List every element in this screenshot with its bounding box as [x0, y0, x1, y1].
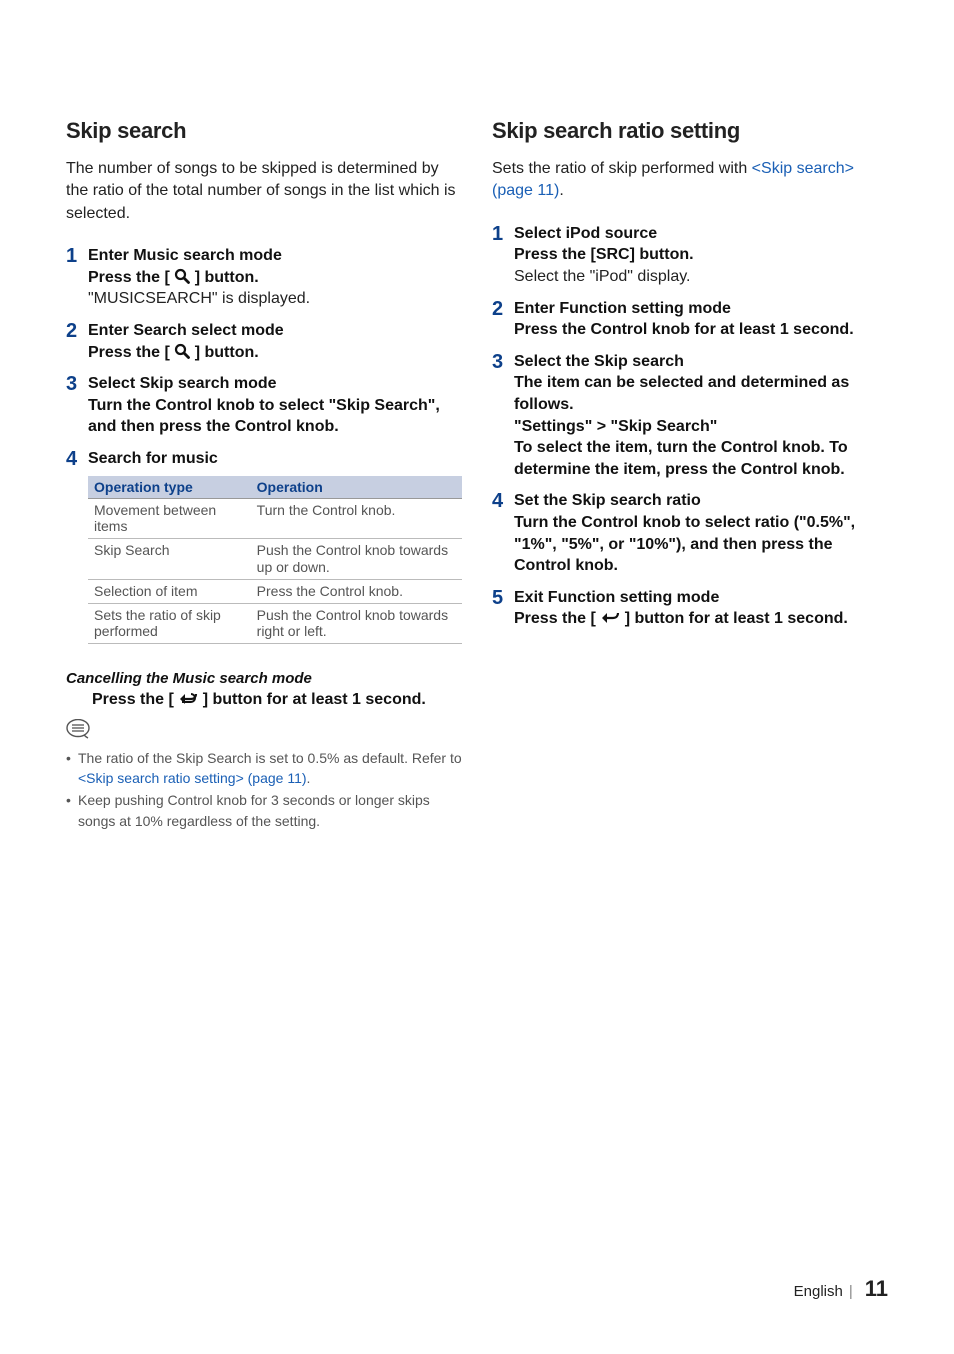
step-number: 3	[492, 351, 510, 481]
step-bold-prefix: Press the [	[88, 344, 174, 361]
step-title: Enter Search select mode	[88, 320, 462, 342]
step-number: 1	[66, 245, 84, 310]
table-row: Sets the ratio of skip performed Push th…	[88, 603, 462, 644]
step-instruction: Press the [ ] button.	[88, 267, 462, 289]
footer-lang: English	[794, 1283, 843, 1300]
step-4: 4 Search for music Operation type Operat…	[66, 448, 462, 660]
step-number: 4	[66, 448, 84, 660]
step-normal: Select the "iPod" display.	[514, 266, 888, 288]
step-number: 3	[66, 373, 84, 438]
step-title: Exit Function setting mode	[514, 587, 888, 609]
table-cell: Press the Control knob.	[251, 579, 462, 603]
rstep-1: 1 Select iPod source Press the [SRC] but…	[492, 223, 888, 288]
cancel-suffix: ] button for at least 1 second.	[198, 691, 426, 708]
note-pre: The ratio of the Skip Search is set to 0…	[78, 750, 462, 766]
step-body: Enter Music search mode Press the [ ] bu…	[84, 245, 462, 310]
step-title: Select Skip search mode	[88, 373, 462, 395]
operation-table: Operation type Operation Movement betwee…	[88, 476, 462, 645]
step-body: Select the Skip search The item can be s…	[510, 351, 888, 481]
table-row: Movement between items Turn the Control …	[88, 498, 462, 539]
step-number: 2	[66, 320, 84, 363]
step-body: Select iPod source Press the [SRC] butto…	[510, 223, 888, 288]
note-post: .	[307, 770, 311, 786]
page-content: Skip search The number of songs to be sk…	[0, 0, 954, 833]
step-title: Enter Music search mode	[88, 245, 462, 267]
table-cell: Movement between items	[88, 498, 251, 539]
left-heading: Skip search	[66, 118, 462, 144]
cancel-body: Press the [ ] button for at least 1 seco…	[66, 689, 462, 711]
step-bold-prefix: Press the [	[514, 610, 600, 627]
page-number: 11	[865, 1276, 888, 1301]
note-pre: Keep pushing Control knob for 3 seconds …	[78, 792, 430, 828]
table-cell: Skip Search	[88, 539, 251, 580]
step-body: Enter Search select mode Press the [ ] b…	[84, 320, 462, 363]
step-instruction: Press the [ ] button for at least 1 seco…	[514, 608, 888, 630]
step-body: Enter Function setting mode Press the Co…	[510, 298, 888, 341]
search-icon	[174, 343, 190, 359]
page-footer: English | 11	[794, 1276, 888, 1302]
step-1: 1 Enter Music search mode Press the [ ] …	[66, 245, 462, 310]
step-instruction: Press the [SRC] button.	[514, 244, 888, 266]
list-item: The ratio of the Skip Search is set to 0…	[66, 748, 462, 789]
note-link: <Skip search ratio setting> (page 11)	[78, 770, 307, 786]
cancel-title: Cancelling the Music search mode	[66, 670, 462, 687]
step-instruction: To select the item, turn the Control kno…	[514, 437, 888, 480]
step-title: Enter Function setting mode	[514, 298, 888, 320]
step-bold-suffix: ] button.	[190, 269, 258, 286]
table-row: Selection of item Press the Control knob…	[88, 579, 462, 603]
step-body: Select Skip search mode Turn the Control…	[84, 373, 462, 438]
step-number: 5	[492, 587, 510, 630]
list-item: Keep pushing Control knob for 3 seconds …	[66, 790, 462, 831]
rstep-2: 2 Enter Function setting mode Press the …	[492, 298, 888, 341]
search-icon	[174, 268, 190, 284]
left-column: Skip search The number of songs to be sk…	[66, 118, 462, 833]
rstep-5: 5 Exit Function setting mode Press the […	[492, 587, 888, 630]
step-instruction: Turn the Control knob to select ratio ("…	[514, 512, 888, 577]
table-row: Skip Search Push the Control knob toward…	[88, 539, 462, 580]
note-icon	[66, 719, 92, 744]
step-2: 2 Enter Search select mode Press the [ ]…	[66, 320, 462, 363]
table-cell: Push the Control knob towards right or l…	[251, 603, 462, 644]
left-intro: The number of songs to be skipped is det…	[66, 158, 462, 225]
table-header: Operation type	[88, 476, 251, 499]
step-body: Search for music Operation type Operatio…	[84, 448, 462, 660]
table-header: Operation	[251, 476, 462, 499]
step-instruction: The item can be selected and determined …	[514, 372, 888, 415]
step-title: Set the Skip search ratio	[514, 490, 888, 512]
step-bold-suffix: ] button.	[190, 344, 258, 361]
back-icon	[600, 610, 620, 626]
step-3: 3 Select Skip search mode Turn the Contr…	[66, 373, 462, 438]
intro-pre: Sets the ratio of skip performed with	[492, 160, 752, 177]
step-number: 1	[492, 223, 510, 288]
right-column: Skip search ratio setting Sets the ratio…	[492, 118, 888, 833]
step-number: 4	[492, 490, 510, 576]
intro-post: .	[559, 182, 563, 199]
step-instruction: Press the Control knob for at least 1 se…	[514, 319, 888, 341]
step-normal: "MUSICSEARCH" is displayed.	[88, 288, 462, 310]
table-cell: Selection of item	[88, 579, 251, 603]
rstep-3: 3 Select the Skip search The item can be…	[492, 351, 888, 481]
step-bold-suffix: ] button for at least 1 second.	[620, 610, 848, 627]
step-title: Select the Skip search	[514, 351, 888, 373]
table-cell: Sets the ratio of skip performed	[88, 603, 251, 644]
back-icon	[178, 691, 198, 707]
cancel-prefix: Press the [	[92, 691, 178, 708]
step-instruction: "Settings" > "Skip Search"	[514, 416, 888, 438]
step-instruction: Turn the Control knob to select "Skip Se…	[88, 395, 462, 438]
right-heading: Skip search ratio setting	[492, 118, 888, 144]
right-intro: Sets the ratio of skip performed with <S…	[492, 158, 888, 203]
table-cell: Push the Control knob towards up or down…	[251, 539, 462, 580]
step-instruction: Press the [ ] button.	[88, 342, 462, 364]
step-bold-prefix: Press the [	[88, 269, 174, 286]
rstep-4: 4 Set the Skip search ratio Turn the Con…	[492, 490, 888, 576]
step-body: Exit Function setting mode Press the [ ]…	[510, 587, 888, 630]
step-title: Select iPod source	[514, 223, 888, 245]
notes-list: The ratio of the Skip Search is set to 0…	[66, 748, 462, 831]
step-body: Set the Skip search ratio Turn the Contr…	[510, 490, 888, 576]
cancel-block: Cancelling the Music search mode Press t…	[66, 670, 462, 711]
table-cell: Turn the Control knob.	[251, 498, 462, 539]
footer-separator: |	[849, 1283, 853, 1300]
step-number: 2	[492, 298, 510, 341]
step-title: Search for music	[88, 448, 462, 470]
